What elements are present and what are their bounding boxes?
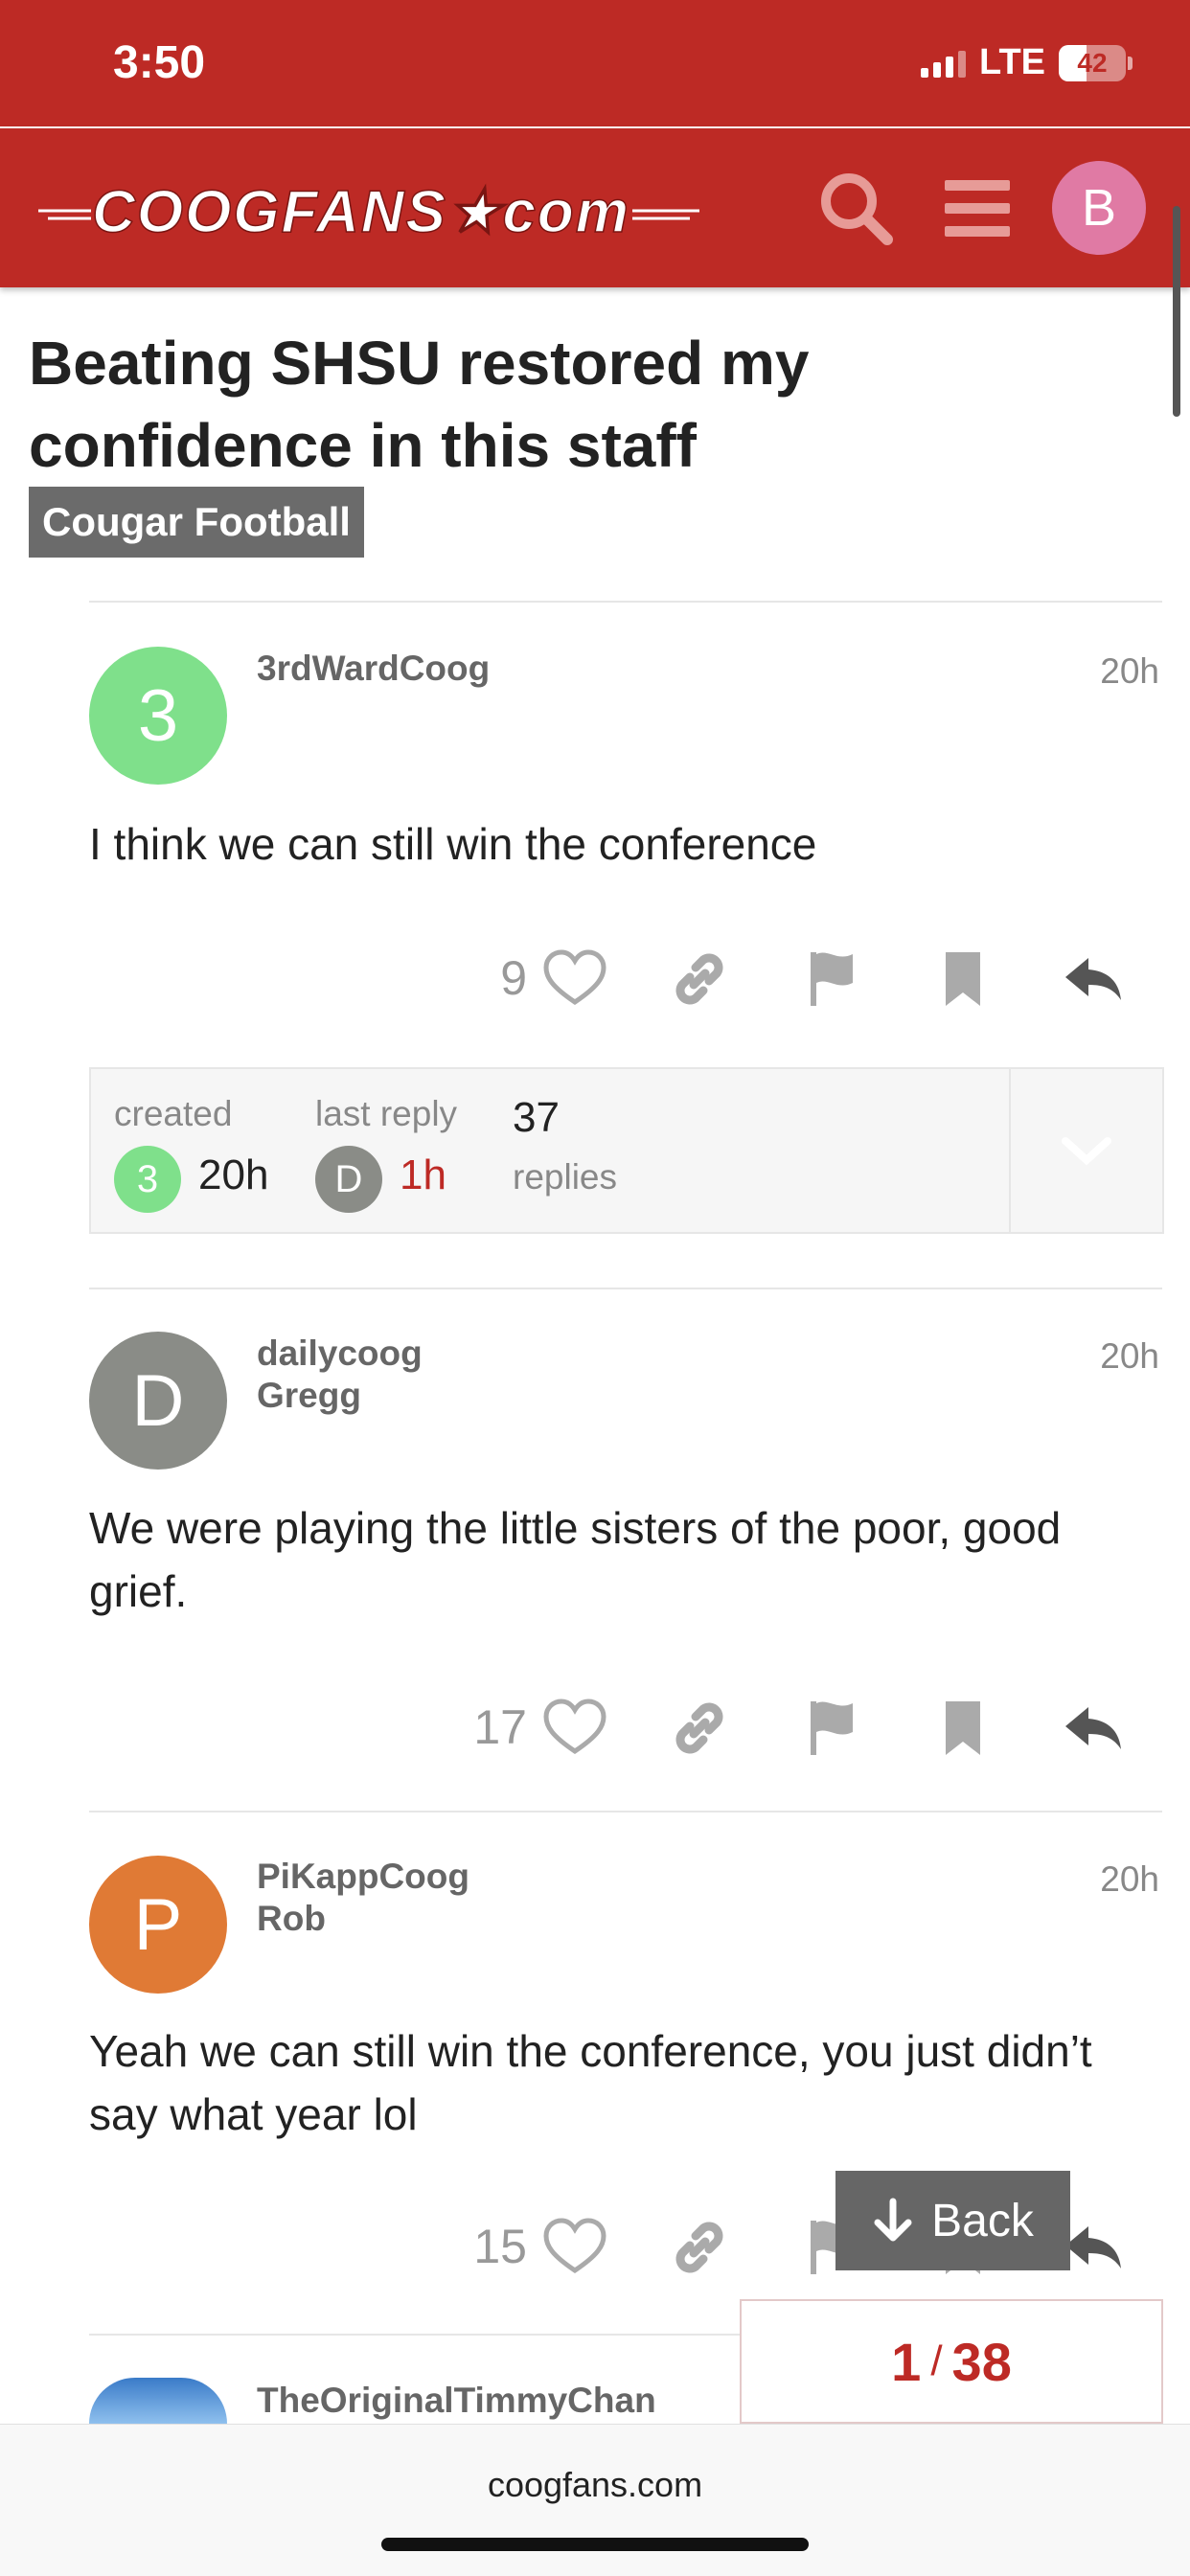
post-avatar[interactable]: P [89, 1856, 227, 1994]
progress-separator: / [930, 2337, 943, 2384]
search-icon [821, 173, 893, 245]
post-time[interactable]: 20h [1100, 651, 1159, 692]
user-full-name: Rob [257, 1899, 326, 1938]
link-icon [675, 1702, 723, 1754]
flag-button[interactable] [793, 1690, 870, 1767]
status-bar: 3:50 LTE 42 [0, 0, 1190, 126]
flag-icon [811, 952, 853, 1006]
post-time[interactable]: 20h [1100, 1859, 1159, 1900]
reply-button[interactable] [1054, 941, 1131, 1017]
home-indicator[interactable] [381, 2538, 809, 2551]
battery-percent: 42 [1077, 47, 1108, 78]
chevron-down-icon [1062, 1137, 1111, 1166]
back-label: Back [931, 2195, 1034, 2246]
copy-link-button[interactable] [661, 1690, 738, 1767]
reply-icon [1065, 1707, 1121, 1749]
created-time: 20h [198, 1151, 269, 1198]
search-button[interactable] [811, 163, 901, 253]
flag-button[interactable] [793, 941, 870, 1017]
user-avatar-button[interactable]: B [1052, 161, 1146, 255]
post-body: We were playing the little sisters of th… [89, 1503, 1062, 1616]
copy-link-button[interactable] [661, 941, 738, 1017]
heart-icon [543, 2218, 606, 2274]
divider [89, 1811, 1162, 1812]
divider [89, 601, 1162, 603]
topic-map: created 3 20h last reply D 1h 37 replies [89, 1067, 1164, 1234]
reply-button[interactable] [1054, 1690, 1131, 1767]
arrow-down-icon [874, 2198, 912, 2242]
browser-address-bar[interactable]: coogfans.com [0, 2424, 1190, 2576]
replies-count: 37 [513, 1094, 560, 1141]
like-button[interactable] [537, 2209, 613, 2286]
post-body: I think we can still win the conference [89, 819, 817, 869]
last-reply-avatar[interactable]: D [315, 1146, 382, 1213]
post-avatar[interactable]: 3 [89, 647, 227, 785]
flag-icon [811, 1701, 853, 1755]
post-username[interactable]: dailycoog Gregg [257, 1333, 423, 1417]
username[interactable]: dailycoog [257, 1333, 423, 1375]
like-button[interactable] [537, 1690, 613, 1767]
post-avatar[interactable]: D [89, 1332, 227, 1470]
like-count[interactable]: 9 [441, 950, 527, 1006]
cellular-signal-icon [921, 49, 967, 78]
last-reply-label: last reply [315, 1094, 458, 1133]
site-header: COOGFANS★com B [0, 128, 1190, 287]
topic-progress[interactable]: 1 / 38 [740, 2299, 1163, 2424]
address-url[interactable]: coogfans.com [0, 2465, 1190, 2505]
heart-icon [543, 949, 606, 1006]
hamburger-menu-icon [945, 180, 1010, 237]
network-type: LTE [979, 42, 1045, 82]
post-time[interactable]: 20h [1100, 1336, 1159, 1377]
like-button[interactable] [537, 941, 613, 1017]
post-body: Yeah we can still win the conference, yo… [89, 2026, 1092, 2139]
post-username[interactable]: TheOriginalTimmyChan [257, 2380, 656, 2422]
post-actions: 17 [441, 1690, 1169, 1767]
category-badge[interactable]: Cougar Football [29, 487, 364, 558]
bookmark-button[interactable] [925, 1690, 1001, 1767]
post-username[interactable]: PiKappCoog Rob [257, 1856, 469, 1940]
bookmark-button[interactable] [925, 941, 1001, 1017]
link-icon [675, 2222, 723, 2273]
heart-icon [543, 1698, 606, 1755]
site-logo[interactable]: COOGFANS★com [38, 167, 699, 253]
like-count[interactable]: 17 [441, 1699, 527, 1755]
like-count[interactable]: 15 [441, 2219, 527, 2274]
username[interactable]: PiKappCoog [257, 1856, 469, 1898]
progress-total: 38 [951, 2331, 1012, 2392]
created-avatar[interactable]: 3 [114, 1146, 181, 1213]
created-label: created [114, 1094, 233, 1133]
post-actions: 9 [441, 941, 1169, 1017]
status-indicators: LTE 42 [921, 42, 1133, 83]
replies-label: replies [513, 1157, 617, 1197]
post-username[interactable]: 3rdWardCoog [257, 648, 490, 690]
copy-link-button[interactable] [661, 2209, 738, 2286]
status-time: 3:50 [113, 37, 206, 88]
divider [89, 1288, 1162, 1289]
back-button[interactable]: Back [835, 2171, 1070, 2270]
topic-title: Beating SHSU restored my confidence in t… [29, 329, 810, 480]
svg-text:COOGFANS★com: COOGFANS★com [92, 179, 630, 245]
post-avatar[interactable] [89, 2378, 227, 2424]
bookmark-icon [946, 1701, 980, 1755]
expand-topic-map-button[interactable] [1009, 1069, 1162, 1232]
last-reply-time[interactable]: 1h [400, 1151, 446, 1199]
reply-icon [1065, 958, 1121, 1000]
hamburger-menu-button[interactable] [931, 163, 1021, 253]
scrollbar[interactable] [1173, 206, 1180, 417]
battery-icon: 42 [1059, 44, 1126, 81]
bookmark-icon [946, 952, 980, 1006]
progress-current: 1 [891, 2331, 922, 2392]
username[interactable]: 3rdWardCoog [257, 649, 490, 688]
user-full-name: Gregg [257, 1376, 361, 1415]
username[interactable]: TheOriginalTimmyChan [257, 2381, 656, 2420]
link-icon [675, 953, 723, 1005]
